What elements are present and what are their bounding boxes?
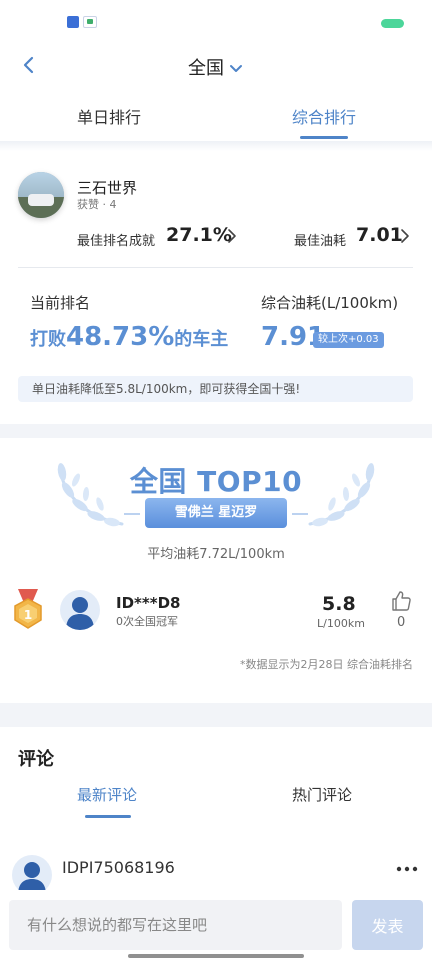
current-rank-label: 当前排名 — [30, 294, 91, 312]
avatar[interactable] — [60, 590, 100, 630]
divider — [18, 267, 413, 268]
region-selector[interactable]: 全国 — [0, 54, 432, 80]
tab-hot-comments[interactable]: 热门评论 — [292, 784, 352, 805]
avatar[interactable] — [12, 855, 52, 895]
ranking-row[interactable]: 1 ID***D8 0次全国冠军 5.8 L/100km 0 — [0, 585, 432, 645]
fuel-delta-badge: 较上次+0.03 — [313, 332, 384, 348]
section-separator — [0, 703, 432, 727]
my-username: 三石世界 — [77, 179, 138, 197]
gold-medal-icon: 1 — [14, 589, 42, 629]
tab-daily-ranking[interactable]: 单日排行 — [77, 104, 141, 128]
map-notification-icon — [83, 16, 97, 28]
ribbon-decoration — [124, 513, 140, 515]
best-fuel-value[interactable]: 7.01 — [356, 224, 403, 246]
send-button[interactable]: 发表 — [352, 900, 423, 950]
tab-latest-comments[interactable]: 最新评论 — [77, 784, 137, 805]
notification-icons — [67, 16, 97, 28]
like-count: 0 — [397, 615, 406, 630]
tab-overall-ranking[interactable]: 综合排行 — [292, 104, 356, 128]
my-likes: 获赞 · 4 — [77, 198, 117, 211]
tabs-shadow — [0, 141, 432, 151]
car-model-ribbon: 雪佛兰 星迈罗 — [145, 498, 287, 528]
comment-username[interactable]: IDPI75068196 — [62, 858, 175, 877]
champion-name[interactable]: ID***D8 — [116, 594, 180, 612]
champion-fuel-unit: L/100km — [317, 617, 365, 630]
active-tab-indicator — [300, 136, 348, 139]
comment-item: IDPI75068196 — [0, 850, 432, 895]
best-fuel-label[interactable]: 最佳油耗 — [294, 230, 346, 249]
champion-subtitle: 0次全国冠军 — [116, 615, 178, 628]
chevron-down-icon — [230, 65, 242, 72]
status-bar — [0, 0, 432, 44]
comment-composer: 发表 — [0, 890, 432, 960]
best-rank-value[interactable]: 27.1% — [166, 224, 232, 246]
active-comment-tab-indicator — [85, 815, 131, 818]
overall-fuel-label: 综合油耗(L/100km) — [261, 294, 399, 312]
top-nav: 全国 — [0, 44, 432, 86]
thumbs-up-icon[interactable] — [390, 590, 412, 612]
region-title: 全国 — [188, 58, 224, 79]
champion-fuel-value: 5.8 — [322, 593, 356, 615]
current-rank-value: 打败48.73%的车主 — [30, 322, 229, 352]
chevron-right-icon[interactable] — [225, 227, 239, 245]
app-notification-icon — [67, 16, 79, 28]
ranking-tabs: 单日排行 综合排行 — [0, 96, 432, 142]
top10-title: 全国 TOP10 — [129, 465, 303, 498]
my-avatar[interactable] — [18, 172, 64, 218]
data-note: *数据显示为2月28日 综合油耗排名 — [240, 658, 413, 671]
comments-title: 评论 — [18, 749, 54, 770]
section-separator — [0, 424, 432, 438]
ribbon-decoration — [292, 513, 308, 515]
best-rank-label[interactable]: 最佳排名成就 — [77, 230, 155, 249]
improvement-tip: 单日油耗降低至5.8L/100km，即可获得全国十强! — [18, 376, 413, 402]
comment-input[interactable] — [9, 900, 342, 950]
chevron-right-icon[interactable] — [398, 227, 412, 245]
average-fuel: 平均油耗7.72L/100km — [147, 547, 285, 562]
home-indicator — [128, 954, 304, 958]
svg-text:1: 1 — [24, 608, 32, 622]
user-silhouette-icon — [18, 862, 46, 895]
more-options-icon[interactable] — [396, 866, 418, 872]
battery-icon — [381, 19, 404, 28]
user-silhouette-icon — [66, 597, 94, 630]
